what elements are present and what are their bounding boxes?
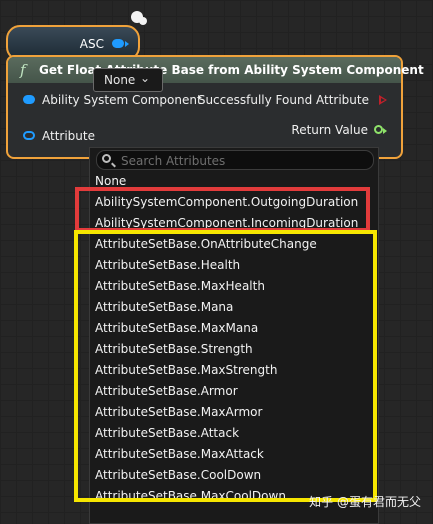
- asc-variable-label: ASC: [79, 37, 104, 51]
- function-node-header[interactable]: f Get Float Attribute Base from Ability …: [8, 57, 424, 83]
- option-outgoing-duration[interactable]: AbilitySystemComponent.OutgoingDuration: [90, 192, 378, 213]
- option-max-mana[interactable]: AttributeSetBase.MaxMana: [90, 318, 378, 339]
- attribute-dropdown[interactable]: None AbilitySystemComponent.OutgoingDura…: [89, 147, 379, 524]
- option-mana[interactable]: AttributeSetBase.Mana: [90, 297, 378, 318]
- get-float-attribute-base-node[interactable]: f Get Float Attribute Base from Ability …: [6, 55, 424, 159]
- comment-bubble-small-icon: [139, 17, 147, 25]
- asc-input-label: Ability System Component: [42, 93, 202, 107]
- option-max-armor[interactable]: AttributeSetBase.MaxArmor: [90, 402, 378, 423]
- option-incoming-duration[interactable]: AbilitySystemComponent.IncomingDuration: [90, 213, 378, 234]
- option-cooldown[interactable]: AttributeSetBase.CoolDown: [90, 465, 378, 486]
- watermark: 知乎 @蛋有君而无父: [309, 495, 421, 509]
- option-max-health[interactable]: AttributeSetBase.MaxHealth: [90, 276, 378, 297]
- option-max-attack[interactable]: AttributeSetBase.MaxAttack: [90, 444, 378, 465]
- asc-input-pin[interactable]: [23, 95, 35, 104]
- asc-output-pin[interactable]: [112, 39, 129, 48]
- chevron-down-icon: ⌄: [139, 71, 150, 85]
- return-value-label: Return Value: [291, 123, 368, 137]
- attribute-search-box[interactable]: [96, 150, 374, 170]
- option-on-attribute-change[interactable]: AttributeSetBase.OnAttributeChange: [90, 234, 378, 255]
- option-max-strength[interactable]: AttributeSetBase.MaxStrength: [90, 360, 378, 381]
- option-armor[interactable]: AttributeSetBase.Armor: [90, 381, 378, 402]
- option-none[interactable]: None: [90, 171, 378, 192]
- option-health[interactable]: AttributeSetBase.Health: [90, 255, 378, 276]
- attribute-combo-box[interactable]: None ⌄: [93, 68, 163, 92]
- function-f-icon: f: [20, 61, 26, 79]
- return-value-pin[interactable]: [374, 125, 387, 134]
- attribute-search-input[interactable]: [119, 152, 363, 170]
- search-icon: [102, 154, 111, 163]
- option-strength[interactable]: AttributeSetBase.Strength: [90, 339, 378, 360]
- attribute-selected-value: None: [104, 73, 136, 87]
- attribute-option-list[interactable]: None AbilitySystemComponent.OutgoingDura…: [90, 171, 378, 507]
- attribute-input-pin[interactable]: [23, 131, 35, 140]
- option-attack[interactable]: AttributeSetBase.Attack: [90, 423, 378, 444]
- found-exec-pin[interactable]: [379, 95, 387, 105]
- attribute-input-label: Attribute: [42, 129, 95, 143]
- found-output-label: Successfully Found Attribute: [197, 93, 369, 107]
